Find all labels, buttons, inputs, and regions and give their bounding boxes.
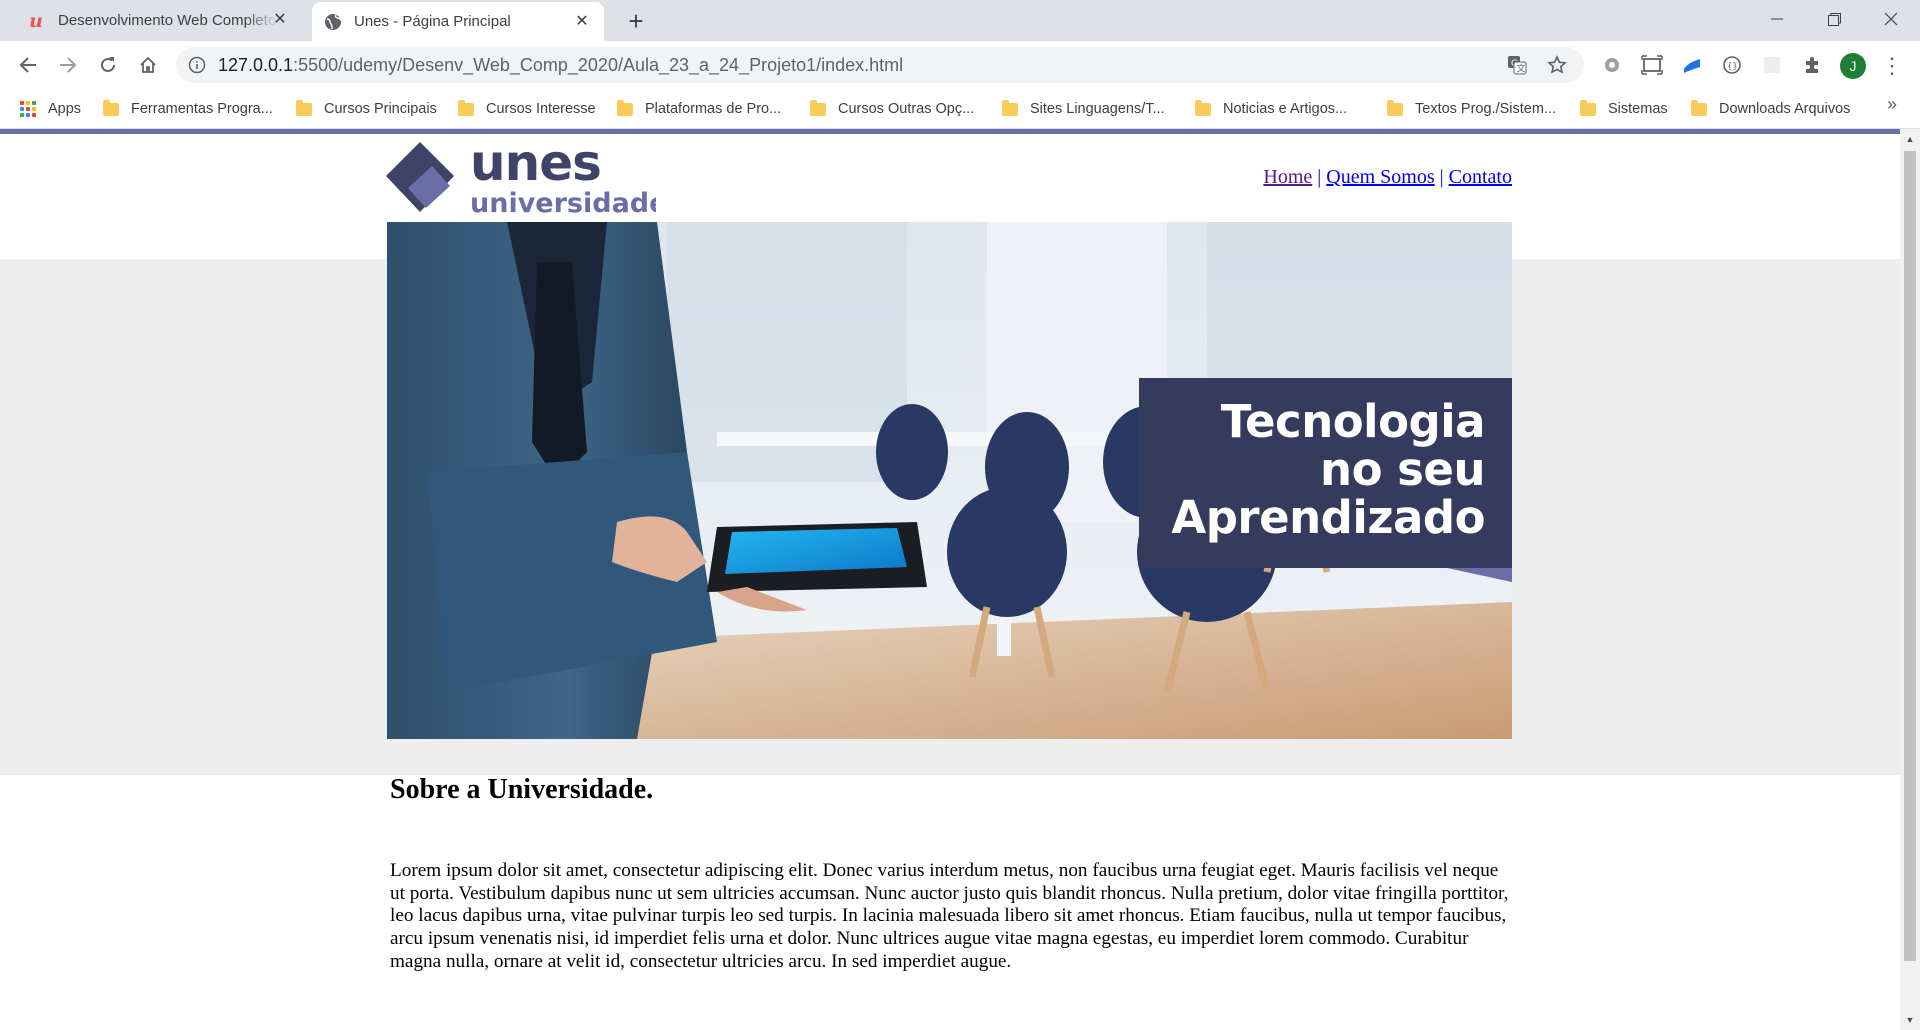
bookmark-folder[interactable]: Sistemas	[1580, 95, 1668, 123]
extension-code-icon[interactable]: {}	[1719, 52, 1745, 78]
bookmark-star-icon[interactable]	[1546, 54, 1568, 76]
bookmark-folder[interactable]: Cursos Interesse	[458, 95, 596, 123]
tab-unes-pagina-principal[interactable]: Unes - Página Principal ✕	[312, 2, 604, 41]
globe-icon	[325, 13, 342, 30]
folder-icon	[103, 99, 119, 116]
tab-desenvolvimento-web[interactable]: u Desenvolvimento Web Completo ✕	[14, 0, 302, 41]
folder-icon	[458, 99, 474, 116]
logo-subword: universidade	[470, 188, 656, 216]
nav-separator: |	[1317, 166, 1322, 188]
restore-icon	[1827, 12, 1841, 26]
nav-quem-somos-link[interactable]: Quem Somos	[1326, 166, 1434, 188]
bookmark-label: Sistemas	[1608, 101, 1668, 117]
folder-icon	[1195, 99, 1211, 116]
url-host: 127.0.0.1	[218, 55, 294, 75]
close-icon[interactable]: ✕	[272, 12, 288, 28]
svg-text:{}: {}	[1727, 62, 1738, 72]
bookmark-label: Cursos Principais	[324, 101, 437, 117]
browser-menu-icon[interactable]: ⋮	[1880, 53, 1904, 79]
scroll-thumb[interactable]	[1904, 151, 1916, 961]
folder-icon	[296, 99, 312, 116]
close-icon[interactable]: ✕	[574, 14, 590, 30]
forward-arrow-icon	[60, 57, 77, 73]
hero-banner: Tecnologia no seu Aprendizado	[387, 222, 1512, 739]
folder-icon	[617, 99, 633, 116]
extension-gear-icon[interactable]	[1599, 52, 1625, 78]
reload-icon	[101, 57, 115, 72]
bookmark-label: Downloads Arquivos	[1719, 101, 1851, 117]
bookmark-label: Textos Prog./Sistem...	[1415, 101, 1557, 117]
top-accent-bar	[0, 129, 1900, 134]
back-button[interactable]	[12, 49, 44, 81]
restore-button[interactable]	[1805, 0, 1863, 38]
bookmark-folder[interactable]: Downloads Arquivos	[1691, 95, 1850, 123]
extension-blue-icon[interactable]	[1679, 52, 1705, 78]
browser-toolbar: 127.0.0.1:5500/udemy/Desenv_Web_Comp_202…	[0, 41, 1920, 89]
browser-tab-strip: u Desenvolvimento Web Completo ✕ Unes - …	[0, 0, 1920, 41]
bookmark-label: Apps	[48, 101, 82, 117]
bookmarks-overflow-icon[interactable]: »	[1882, 94, 1902, 114]
svg-text:文: 文	[1517, 63, 1526, 75]
bookmark-folder[interactable]: Ferramentas Progra...	[103, 95, 273, 123]
bookmark-label: Cursos Outras Opç...	[838, 101, 975, 117]
reload-button[interactable]	[92, 49, 124, 81]
home-icon	[140, 56, 156, 73]
address-bar[interactable]: 127.0.0.1:5500/udemy/Desenv_Web_Comp_202…	[176, 47, 1584, 83]
folder-icon	[1580, 99, 1596, 116]
folder-icon	[1691, 99, 1707, 116]
about-heading: Sobre a Universidade.	[390, 774, 654, 805]
bookmarks-bar: Apps Ferramentas Progra... Cursos Princi…	[0, 89, 1920, 129]
bookmark-folder[interactable]: Cursos Principais	[296, 95, 437, 123]
translate-icon[interactable]: G文	[1506, 54, 1528, 76]
close-window-button[interactable]	[1862, 0, 1920, 38]
folder-icon	[1002, 99, 1018, 116]
home-button[interactable]	[132, 49, 164, 81]
scroll-down-icon[interactable]: ▼	[1905, 1015, 1915, 1025]
minimize-button[interactable]	[1748, 0, 1806, 38]
bookmark-label: Cursos Interesse	[486, 101, 596, 117]
bookmark-folder[interactable]: Plataformas de Pro...	[617, 95, 781, 123]
hero-accent-strip	[1447, 568, 1512, 582]
apps-grid-icon	[20, 101, 36, 117]
profile-avatar[interactable]: J	[1840, 53, 1866, 79]
nav-home-link[interactable]: Home	[1263, 166, 1312, 188]
bookmark-folder[interactable]: Sites Linguagens/T...	[1002, 95, 1165, 123]
main-nav: Home | Quem Somos | Contato	[1230, 166, 1512, 189]
folder-icon	[810, 99, 826, 116]
bookmark-folder[interactable]: Cursos Outras Opç...	[810, 95, 974, 123]
bookmark-label: Sites Linguagens/T...	[1030, 101, 1165, 117]
back-arrow-icon	[19, 57, 36, 73]
bookmark-label: Noticias e Artigos...	[1223, 101, 1348, 117]
page-viewport: unes universidade Home | Quem Somos | Co…	[0, 129, 1900, 1030]
minimize-icon	[1771, 18, 1783, 20]
bookmark-folder[interactable]: Textos Prog./Sistem...	[1387, 95, 1556, 123]
scroll-up-icon[interactable]: ▲	[1905, 134, 1915, 144]
tab-title: Desenvolvimento Web Completo	[58, 12, 277, 29]
info-icon[interactable]	[188, 56, 206, 74]
extensions-puzzle-icon[interactable]	[1799, 52, 1825, 78]
bookmark-label: Ferramentas Progra...	[131, 101, 273, 117]
unes-logo[interactable]: unes universidade	[386, 142, 656, 216]
bookmark-apps[interactable]: Apps	[20, 95, 81, 123]
extension-placeholder-icon[interactable]	[1759, 52, 1785, 78]
bookmark-folder[interactable]: Noticias e Artigos...	[1195, 95, 1347, 123]
udemy-icon: u	[29, 9, 43, 32]
bookmark-label: Plataformas de Pro...	[645, 101, 782, 117]
screen-capture-icon[interactable]	[1639, 52, 1665, 78]
nav-contato-link[interactable]: Contato	[1449, 166, 1512, 188]
nav-separator: |	[1439, 166, 1444, 188]
about-paragraph: Lorem ipsum dolor sit amet, consectetur …	[390, 860, 1509, 972]
folder-icon	[1387, 99, 1403, 116]
tab-title: Unes - Página Principal	[354, 13, 511, 30]
url-path: :5500/udemy/Desenv_Web_Comp_2020/Aula_23…	[293, 55, 904, 75]
logo-word: unes	[470, 142, 601, 192]
forward-button[interactable]	[52, 49, 84, 81]
new-tab-button[interactable]: +	[622, 8, 650, 36]
close-icon	[1884, 12, 1898, 26]
url-text: 127.0.0.1:5500/udemy/Desenv_Web_Comp_202…	[218, 55, 903, 76]
page-scrollbar[interactable]: ▲ ▼	[1900, 129, 1920, 1030]
